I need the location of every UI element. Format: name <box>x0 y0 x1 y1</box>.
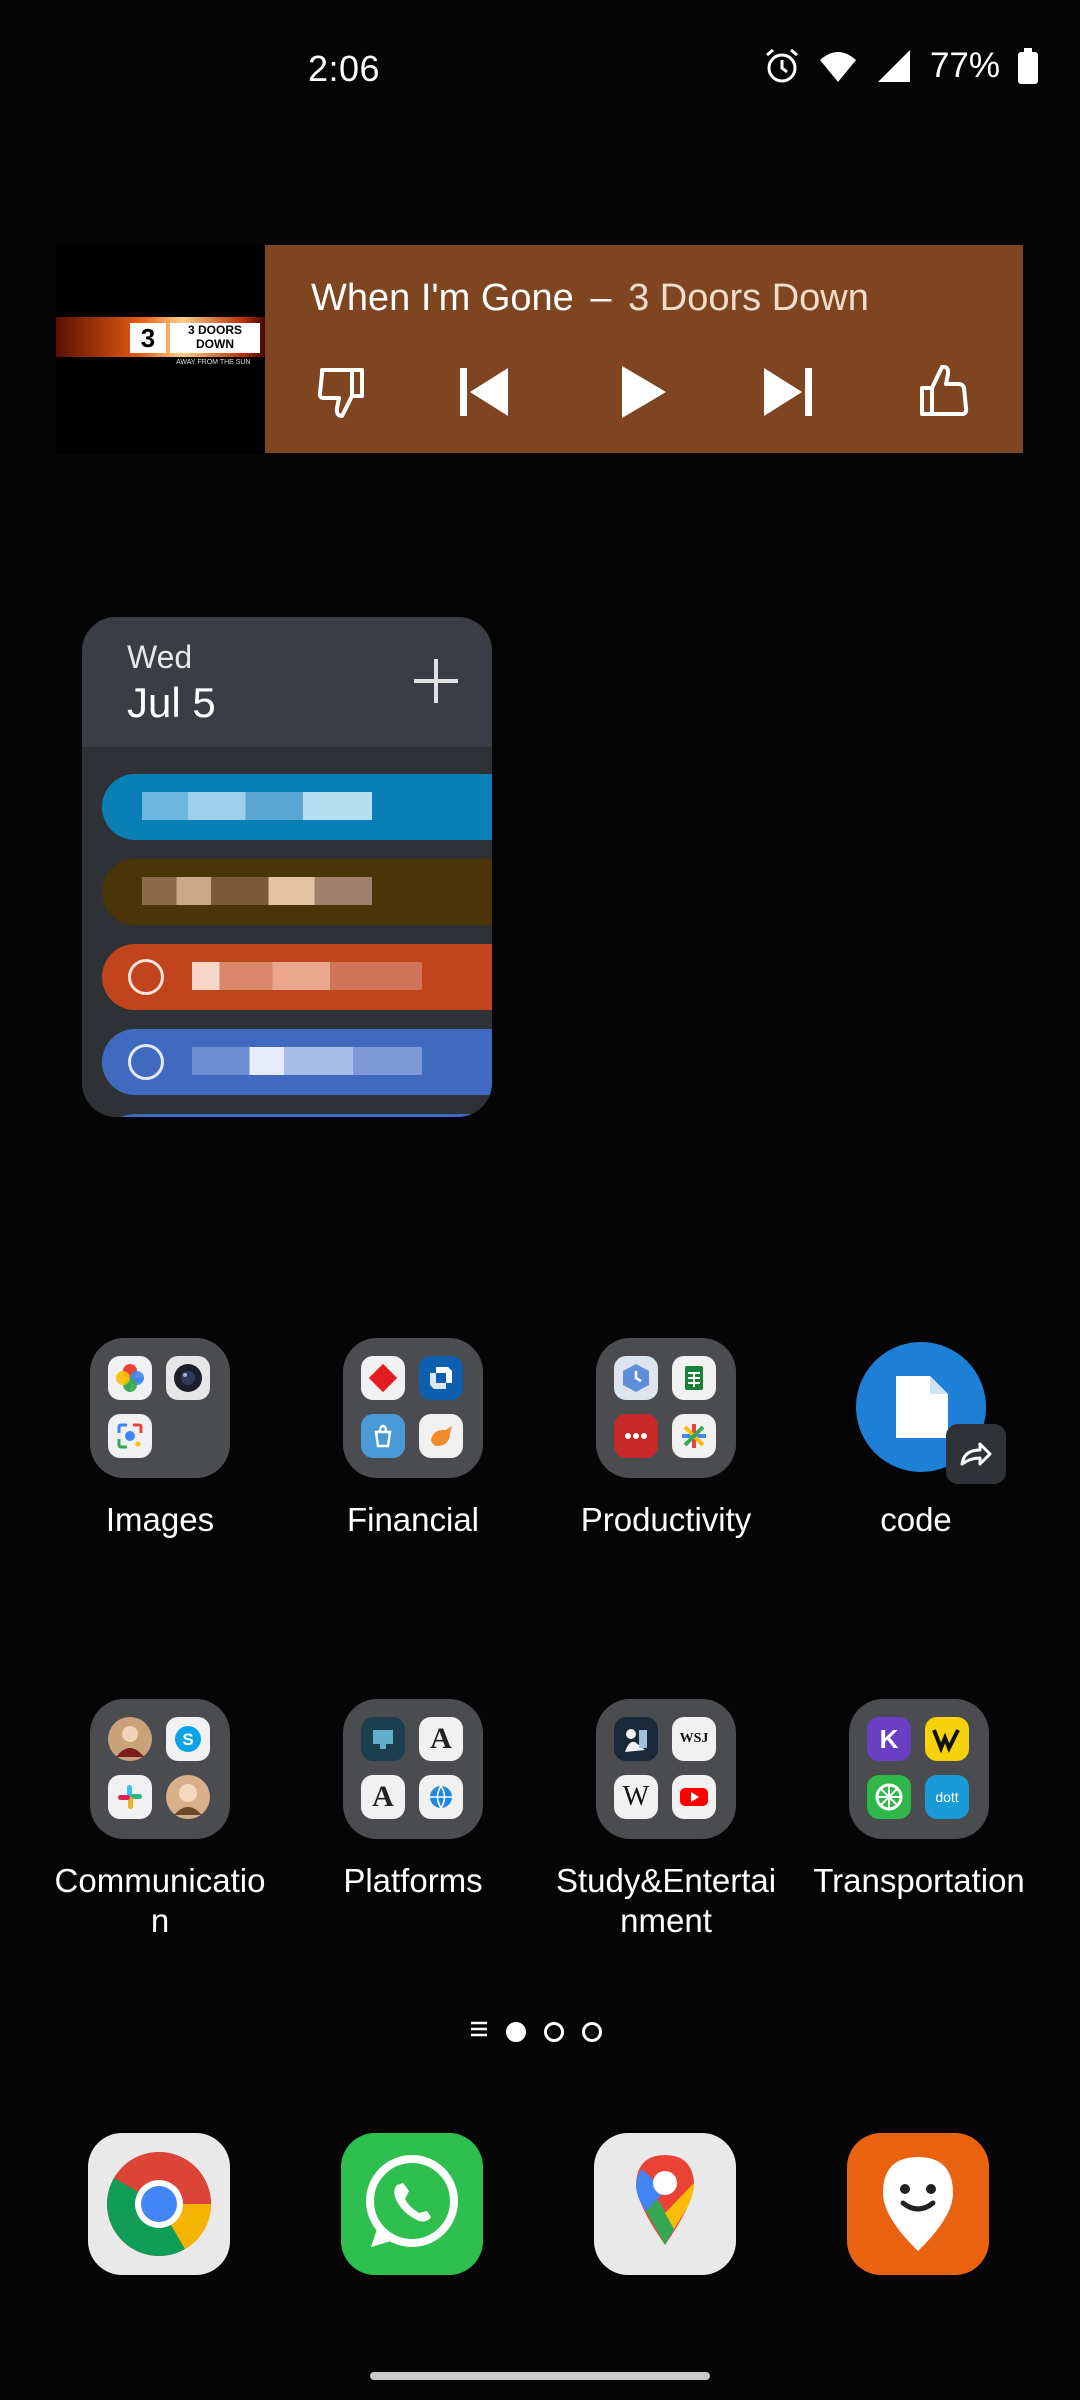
google-sheets-icon <box>672 1356 716 1400</box>
finance-bird-icon <box>419 1414 463 1458</box>
calendar-event-5[interactable] <box>102 1114 492 1117</box>
svg-text:S: S <box>182 1730 193 1749</box>
bank-app-icon <box>361 1356 405 1400</box>
app-label: Communicatio n <box>54 1862 266 1939</box>
calendar-event-2[interactable] <box>102 859 492 925</box>
calendar-day-of-week: Wed <box>127 639 193 675</box>
google-lens-icon <box>108 1414 152 1458</box>
app-label: code <box>880 1501 952 1538</box>
page-dot-active[interactable] <box>506 2021 526 2042</box>
thumbs-up-icon[interactable] <box>905 355 979 429</box>
menu-lines-icon[interactable] <box>470 2020 488 2043</box>
calendar-event-4[interactable] <box>102 1029 492 1095</box>
app-label: Transportation <box>813 1862 1025 1899</box>
folder-icon <box>596 1338 736 1478</box>
kindle-icon <box>614 1717 658 1761</box>
app-label: Images <box>105 1501 215 1538</box>
google-pinwheel-icon <box>672 1414 716 1458</box>
wsj-icon: WSJ <box>672 1717 716 1761</box>
title-separator: – <box>590 277 612 319</box>
camera-icon <box>166 1356 210 1400</box>
battery-icon <box>1016 46 1040 86</box>
google-maps-icon[interactable] <box>594 2133 736 2275</box>
youtube-icon <box>672 1775 716 1819</box>
dott-icon: dott <box>925 1775 969 1819</box>
album-logo-text: 3 DOORS DOWN <box>170 323 260 353</box>
chase-icon <box>419 1356 463 1400</box>
folder-productivity[interactable]: Productivity <box>546 1338 786 1540</box>
font-app-icon: A <box>361 1775 405 1819</box>
app-label: Productivity <box>580 1501 752 1538</box>
document-shortcut-icon <box>846 1338 1006 1484</box>
folder-images[interactable]: Images <box>40 1338 280 1540</box>
folder-icon <box>90 1338 230 1478</box>
calendar-widget[interactable]: Wed Jul 5 <box>82 617 492 1117</box>
contact-avatar-icon <box>166 1775 210 1819</box>
skype-icon: S <box>166 1717 210 1761</box>
app-label: Platforms <box>343 1862 483 1899</box>
album-subtitle: AWAY FROM THE SUN <box>176 359 251 366</box>
folder-icon: A A <box>343 1699 483 1839</box>
status-icons: 77% <box>762 46 1040 86</box>
clock-app-icon <box>614 1356 658 1400</box>
folder-financial[interactable]: Financial <box>293 1338 533 1540</box>
app-label: Study&Entertai nment <box>555 1862 777 1939</box>
shortcut-code[interactable]: code <box>796 1338 1036 1540</box>
calendar-event-1[interactable] <box>102 774 492 840</box>
page-dot[interactable] <box>582 2021 602 2042</box>
folder-transportation[interactable]: K dott Transportation <box>799 1699 1039 1901</box>
folder-icon: S <box>90 1699 230 1839</box>
citymapper-icon[interactable] <box>847 2133 989 2275</box>
lastpass-icon <box>614 1414 658 1458</box>
song-title: When I'm Gone <box>311 277 574 319</box>
app-label: Financial <box>346 1501 480 1538</box>
folder-platforms[interactable]: A A Platforms <box>293 1699 533 1901</box>
music-player-widget[interactable]: When I'm Gone – 3 Doors Down <box>265 245 1023 453</box>
folder-communication[interactable]: S Communicatio n <box>40 1699 280 1941</box>
alarm-icon <box>762 46 802 86</box>
signal-icon <box>874 46 914 86</box>
plus-icon[interactable] <box>410 655 462 707</box>
wallet-app-icon <box>361 1414 405 1458</box>
gesture-nav-bar[interactable] <box>370 2372 710 2380</box>
font-app-icon: A <box>419 1717 463 1761</box>
page-indicator[interactable] <box>470 2020 602 2043</box>
google-photos-icon <box>108 1356 152 1400</box>
wifi-icon <box>818 46 858 86</box>
contact-avatar-icon <box>108 1717 152 1761</box>
artist-name: 3 Doors Down <box>628 277 869 319</box>
shortcut-arrow-icon <box>946 1424 1006 1484</box>
skip-previous-icon[interactable] <box>447 355 521 429</box>
album-art[interactable]: 3 3 DOORS DOWN AWAY FROM THE SUN <box>56 245 266 455</box>
task-check-icon <box>128 1044 164 1080</box>
calendar-date: Jul 5 <box>127 679 216 726</box>
slack-icon <box>108 1775 152 1819</box>
calendar-event-3[interactable] <box>102 944 492 1010</box>
folder-icon <box>343 1338 483 1478</box>
whatsapp-icon[interactable] <box>341 2133 483 2275</box>
chrome-icon[interactable] <box>88 2133 230 2275</box>
bike-app-icon <box>867 1775 911 1819</box>
battery-percent: 77% <box>929 46 1000 85</box>
play-icon[interactable] <box>605 355 679 429</box>
folder-icon: WSJ W <box>596 1699 736 1839</box>
calendar-header: Wed Jul 5 <box>82 617 492 747</box>
transit-app-icon: K <box>867 1717 911 1761</box>
status-time: 2:06 <box>308 48 381 89</box>
task-check-icon <box>128 959 164 995</box>
now-playing-title: When I'm Gone – 3 Doors Down <box>311 277 869 320</box>
platform-app-icon <box>361 1717 405 1761</box>
folder-icon: K dott <box>849 1699 989 1839</box>
skip-next-icon[interactable] <box>751 355 825 429</box>
wikipedia-icon: W <box>614 1775 658 1819</box>
folder-study-entertainment[interactable]: WSJ W Study&Entertai nment <box>546 1699 786 1941</box>
page-dot[interactable] <box>544 2021 564 2042</box>
web-app-icon <box>419 1775 463 1819</box>
scooter-app-icon <box>925 1717 969 1761</box>
thumbs-down-icon[interactable] <box>305 355 379 429</box>
